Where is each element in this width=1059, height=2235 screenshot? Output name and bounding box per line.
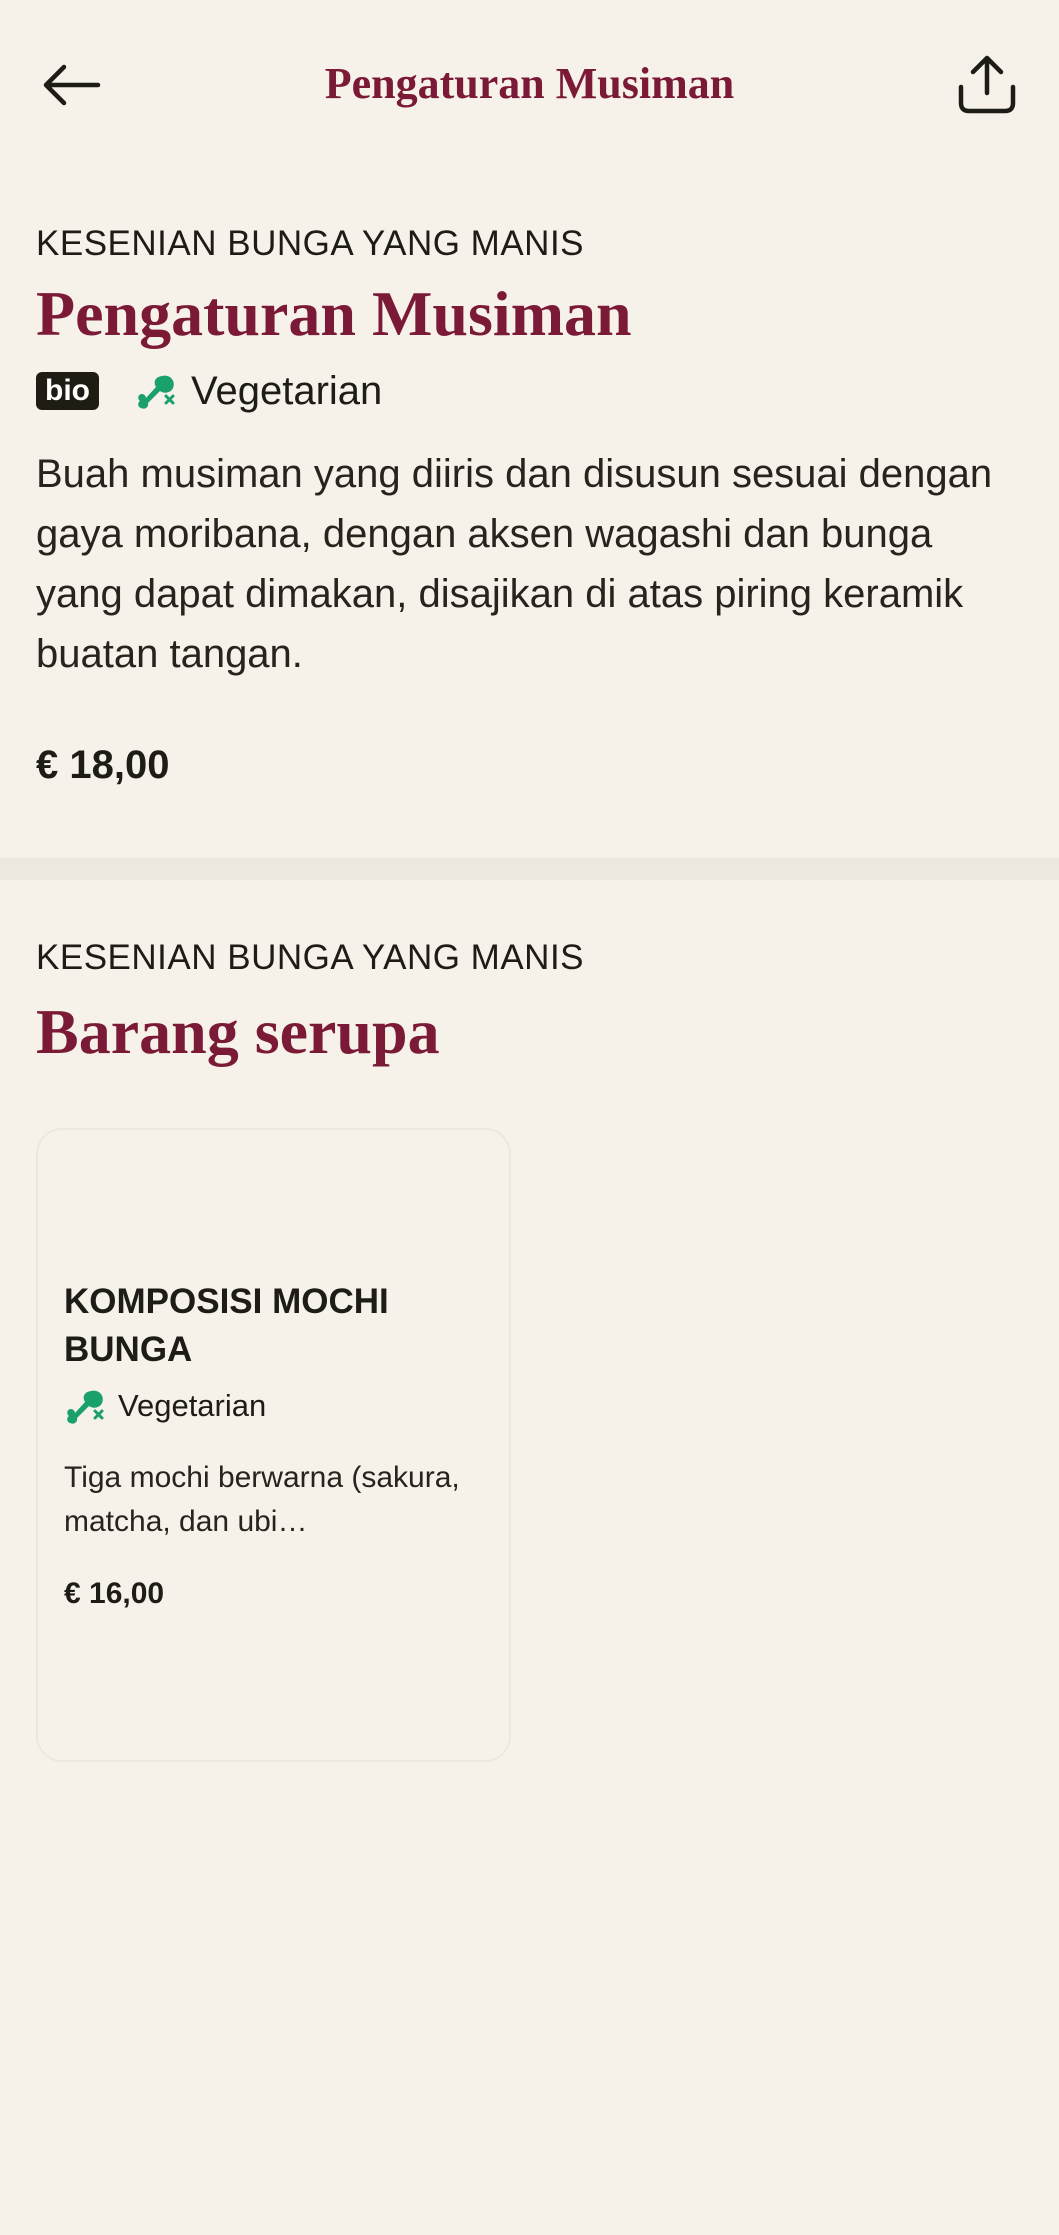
similar-item-card[interactable]: KOMPOSISI MOCHI BUNGA Vegetarian Tiga mo… (36, 1128, 511, 1762)
product-title: Pengaturan Musiman (36, 278, 632, 349)
card-tags: Vegetarian (64, 1386, 484, 1426)
top-bar: Pengaturan Musiman (0, 0, 1059, 170)
section-divider (0, 858, 1059, 880)
similar-section: KESENIAN BUNGA YANG MANIS Barang serupa (36, 936, 1026, 1072)
card-price: € 16,00 (64, 1577, 165, 1610)
vegetarian-icon (67, 1390, 104, 1424)
product-description: Buah musiman yang diiris dan disusun ses… (36, 452, 993, 676)
share-icon (958, 55, 1016, 114)
similar-category: KESENIAN BUNGA YANG MANIS (36, 938, 585, 977)
card-content: KOMPOSISI MOCHI BUNGA Vegetarian Tiga mo… (64, 1278, 484, 1614)
vegetarian-icon (138, 375, 175, 409)
similar-title: Barang serupa (36, 996, 440, 1067)
card-vegetarian-label: Vegetarian (118, 1388, 267, 1423)
product-tags: bio Vegetarian (36, 368, 1026, 414)
header-title: Pengaturan Musiman (324, 59, 735, 108)
share-button[interactable] (942, 40, 1032, 130)
product-detail-page: Pengaturan Musiman KESENIAN BUNGA YANG M… (0, 0, 1059, 2235)
card-description: Tiga mochi berwarna (sakura, matcha, dan… (64, 1461, 460, 1538)
product-price: € 18,00 (36, 743, 170, 787)
bio-badge: bio (36, 372, 99, 410)
product-category: KESENIAN BUNGA YANG MANIS (36, 224, 585, 263)
product-section: KESENIAN BUNGA YANG MANIS Pengaturan Mus… (36, 222, 1026, 790)
card-title: KOMPOSISI MOCHI BUNGA (64, 1282, 389, 1369)
vegetarian-label: Vegetarian (191, 369, 383, 413)
